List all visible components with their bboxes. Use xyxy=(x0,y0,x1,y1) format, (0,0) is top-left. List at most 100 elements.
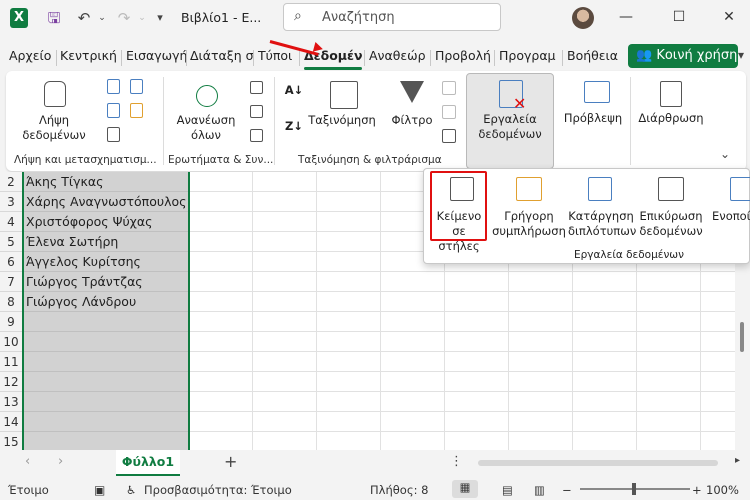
ribbon: Λήψη δεδομένων Λήψη και μετασχηματισμ...… xyxy=(6,71,746,171)
horizontal-scrollbar[interactable] xyxy=(478,460,718,466)
dropdown-group-label: Εργαλεία δεδομένων xyxy=(574,249,684,261)
save-icon[interactable]: 🖫 xyxy=(44,8,64,28)
row-header[interactable]: 5 xyxy=(0,232,22,252)
cell-a[interactable] xyxy=(22,352,188,372)
cell-a[interactable] xyxy=(22,432,188,452)
tab-view[interactable]: Προβολή xyxy=(435,48,491,63)
tab-home[interactable]: Κεντρική xyxy=(60,48,117,63)
zoom-in-icon[interactable]: + xyxy=(692,483,702,497)
status-accessibility[interactable]: Προσβασιμότητα: Έτοιμο xyxy=(144,483,292,497)
tab-separator xyxy=(364,50,365,66)
row-header[interactable]: 8 xyxy=(0,292,22,312)
scroll-right-arrow-icon[interactable]: ▸ xyxy=(735,455,740,466)
scrollbar-thumb[interactable] xyxy=(740,322,744,352)
tab-developer[interactable]: Προγραμ xyxy=(499,48,556,63)
cell-a[interactable] xyxy=(22,332,188,352)
row-header[interactable]: 10 xyxy=(0,332,22,352)
collapse-ribbon-icon[interactable]: ⌄ xyxy=(720,147,730,161)
redo-icon[interactable]: ↷ xyxy=(114,8,134,28)
cell-a[interactable] xyxy=(22,392,188,412)
maximize-button[interactable]: ☐ xyxy=(667,6,691,28)
refresh-all-button[interactable]: Ανανέωση όλων xyxy=(168,75,244,151)
row-header[interactable]: 12 xyxy=(0,372,22,392)
tab-insert[interactable]: Εισαγωγή xyxy=(126,48,187,63)
clear-filter-icon[interactable] xyxy=(442,81,456,95)
sort-button[interactable]: Ταξινόμηση xyxy=(308,75,376,151)
recent-sources-icon[interactable] xyxy=(130,103,143,118)
normal-view-icon[interactable]: ▦ xyxy=(452,480,478,498)
avatar[interactable] xyxy=(572,7,594,29)
flash-fill-button[interactable]: Γρήγορη συμπλήρωση xyxy=(492,173,566,241)
cell-a[interactable]: Χριστόφορος Ψύχας xyxy=(22,212,188,232)
cell-a[interactable] xyxy=(22,412,188,432)
from-table-icon[interactable] xyxy=(107,103,120,118)
cell-a[interactable] xyxy=(22,312,188,332)
scroll-left-icon[interactable]: ‹ xyxy=(25,454,30,469)
tab-formulas[interactable]: Τύποι xyxy=(258,48,292,63)
get-data-button[interactable]: Λήψη δεδομένων xyxy=(16,75,92,151)
page-layout-view-icon[interactable]: ▤ xyxy=(502,483,513,497)
cell-a[interactable] xyxy=(22,372,188,392)
grid-line xyxy=(190,311,735,312)
title-bar: X 🖫 ↶ ⌄ ↷ ⌄ ▾ Βιβλίο1 - E... ⌕ Αναζήτηση… xyxy=(0,0,750,36)
sort-descending-icon[interactable]: Z↓ xyxy=(284,119,304,134)
from-text-icon[interactable] xyxy=(107,79,120,94)
macro-recording-icon[interactable]: ▣ xyxy=(94,483,105,497)
search-input[interactable]: ⌕ Αναζήτηση xyxy=(283,3,501,31)
row-header[interactable]: 14 xyxy=(0,412,22,432)
properties-icon[interactable] xyxy=(250,105,263,118)
tab-help[interactable]: Βοήθεια xyxy=(567,48,618,63)
cell-a[interactable]: Γιώργος Λάνδρου xyxy=(22,292,188,312)
row-header[interactable]: 9 xyxy=(0,312,22,332)
edit-links-icon[interactable] xyxy=(250,129,263,142)
more-options-icon[interactable]: ⋮ xyxy=(450,454,463,469)
remove-duplicates-button[interactable]: Κατάργηση διπλότυπων xyxy=(568,173,636,241)
tab-page-layout[interactable]: Διάταξη σ xyxy=(190,48,254,63)
data-validation-button[interactable]: Επικύρωση δεδομένων xyxy=(636,173,706,241)
reapply-icon[interactable] xyxy=(442,105,456,119)
group-label-queries: Ερωτήματα & Συν... xyxy=(168,154,274,166)
cell-a[interactable]: Γιώργος Τράντζας xyxy=(22,272,188,292)
undo-icon[interactable]: ↶ xyxy=(74,8,94,28)
cell-a[interactable]: Έλενα Σωτήρη xyxy=(22,232,188,252)
filter-button[interactable]: Φίλτρο xyxy=(384,75,440,151)
cell-a[interactable]: Άκης Τίγκας xyxy=(22,172,188,192)
page-break-view-icon[interactable]: ▥ xyxy=(534,483,545,497)
chevron-down-icon[interactable]: ⌄ xyxy=(132,8,152,28)
accessibility-icon[interactable]: ♿ xyxy=(126,483,136,497)
data-tools-button[interactable]: ✕ Εργαλεία δεδομένων xyxy=(466,73,554,169)
sheet-tab[interactable]: Φύλλο1 xyxy=(116,450,180,476)
consolidate-button[interactable]: Ενοποί xyxy=(710,173,750,241)
close-button[interactable]: ✕ xyxy=(717,6,741,28)
scroll-right-icon[interactable]: › xyxy=(58,454,63,469)
cell-a[interactable]: Άγγελος Κυρίτσης xyxy=(22,252,188,272)
row-header[interactable]: 13 xyxy=(0,392,22,412)
minimize-button[interactable]: — xyxy=(614,6,638,28)
add-sheet-icon[interactable]: + xyxy=(224,452,237,471)
outline-button[interactable]: Διάρθρωση xyxy=(634,75,708,151)
row-header[interactable]: 4 xyxy=(0,212,22,232)
share-button[interactable]: 👥 Κοινή χρήση xyxy=(628,44,738,68)
tab-file[interactable]: Αρχείο xyxy=(9,48,51,63)
advanced-filter-icon[interactable] xyxy=(442,129,456,143)
row-header[interactable]: 11 xyxy=(0,352,22,372)
row-header[interactable]: 15 xyxy=(0,432,22,452)
row-header[interactable]: 3 xyxy=(0,192,22,212)
existing-connections-icon[interactable] xyxy=(107,127,120,142)
chevron-down-icon[interactable]: ⌄ xyxy=(92,8,112,28)
remove-duplicates-icon xyxy=(588,177,612,201)
queries-icon[interactable] xyxy=(250,81,263,94)
more-tabs-icon[interactable]: ▾ xyxy=(738,48,744,62)
cell-a[interactable]: Χάρης Αναγνωστόπουλος xyxy=(22,192,188,212)
tab-review[interactable]: Αναθεώρ xyxy=(369,48,426,63)
from-web-icon[interactable] xyxy=(130,79,143,94)
forecast-button[interactable]: Πρόβλεψη xyxy=(558,75,628,151)
customize-toolbar-icon[interactable]: ▾ xyxy=(150,8,170,28)
zoom-out-icon[interactable]: − xyxy=(562,483,572,497)
row-header[interactable]: 6 xyxy=(0,252,22,272)
zoom-slider-thumb[interactable] xyxy=(632,483,636,495)
row-header[interactable]: 7 xyxy=(0,272,22,292)
zoom-level[interactable]: 100% xyxy=(706,483,739,497)
sort-ascending-icon[interactable]: A↓ xyxy=(284,83,304,98)
row-header[interactable]: 2 xyxy=(0,172,22,192)
